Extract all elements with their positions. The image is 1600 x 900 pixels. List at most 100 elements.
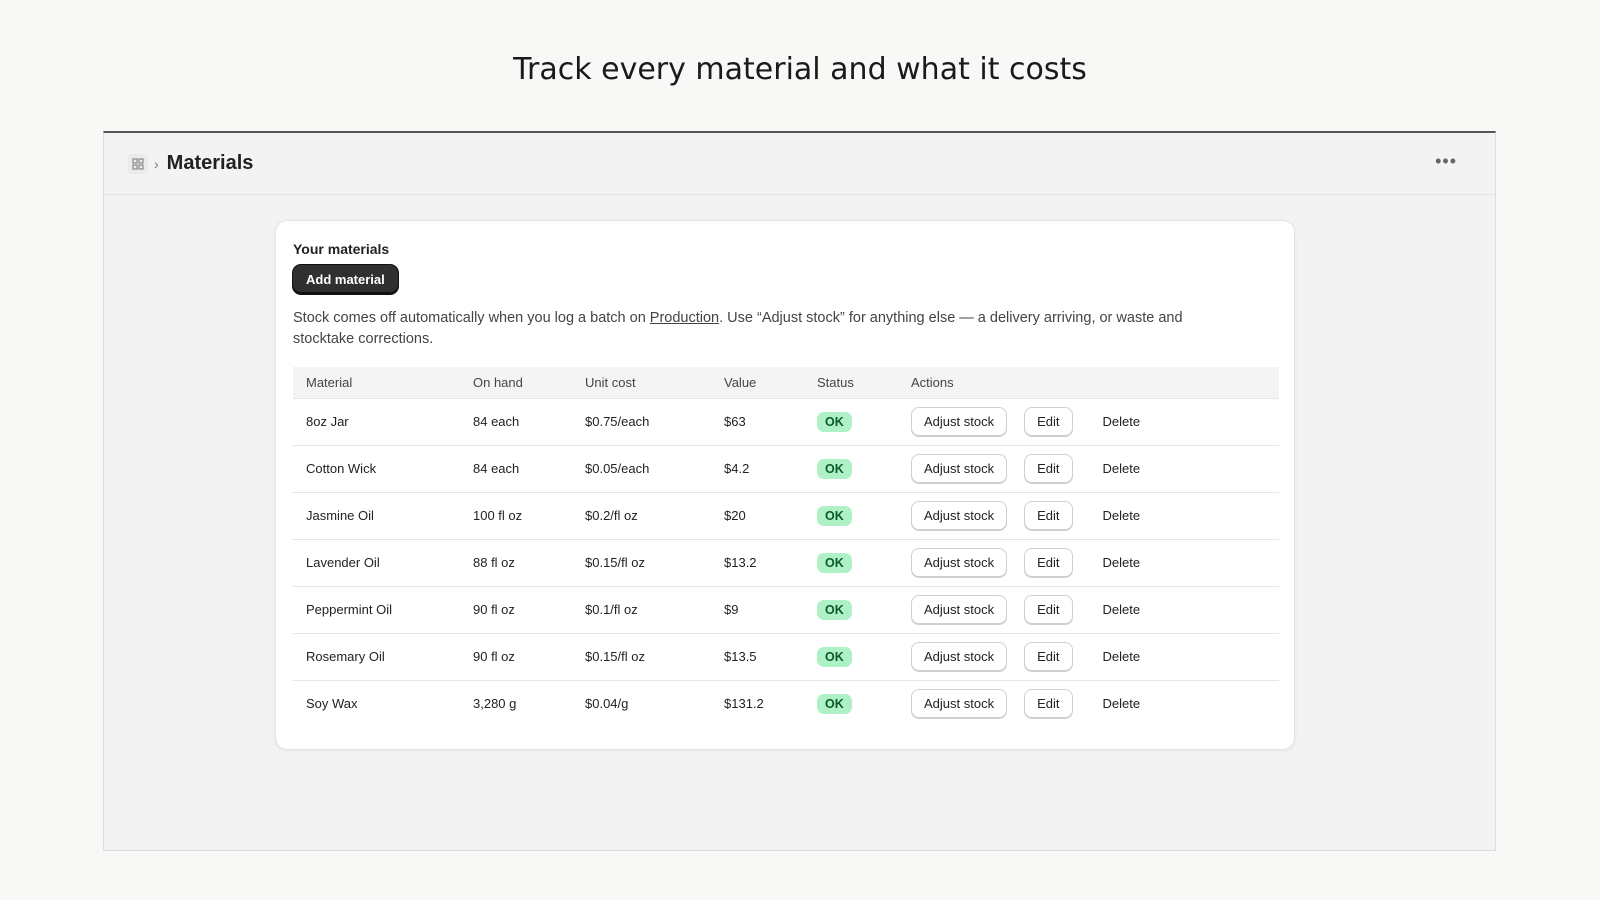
on-hand-value: 84 each: [460, 445, 572, 493]
adjust-stock-button[interactable]: Adjust stock: [911, 407, 1008, 436]
on-hand-value: 100 fl oz: [460, 492, 572, 540]
material-name: Rosemary Oil: [293, 633, 460, 681]
material-name: 8oz Jar: [293, 398, 460, 446]
stock-value: $9: [711, 586, 804, 634]
stock-value: $4.2: [711, 445, 804, 493]
grid-icon[interactable]: [128, 153, 148, 174]
ellipsis-icon[interactable]: •••: [1435, 152, 1457, 170]
status-cell: OK: [804, 539, 898, 587]
column-header-material: Material: [293, 367, 460, 399]
delete-button[interactable]: Delete: [1099, 502, 1145, 529]
column-header-status: Status: [804, 367, 898, 399]
unit-cost-value: $0.04/g: [585, 696, 629, 712]
material-name: Jasmine Oil: [293, 492, 460, 540]
status-badge: OK: [817, 505, 852, 526]
table-row: 8oz Jar 84 each $0.75/each $63 OK Adjust…: [293, 398, 1279, 446]
delete-button[interactable]: Delete: [1099, 455, 1145, 482]
adjust-stock-button[interactable]: Adjust stock: [911, 595, 1008, 624]
materials-card: Your materials Add material Stock comes …: [275, 220, 1295, 750]
column-header-value: Value: [711, 367, 804, 399]
status-badge: OK: [817, 599, 852, 620]
stock-value: $13.2: [711, 539, 804, 587]
adjust-stock-button[interactable]: Adjust stock: [911, 548, 1008, 577]
production-link[interactable]: Production: [650, 310, 719, 326]
description-part: Stock comes off automatically when you l…: [293, 310, 650, 326]
material-name: Lavender Oil: [293, 539, 460, 587]
stock-value: $63: [711, 398, 804, 446]
row-actions: Adjust stock Edit Delete: [911, 689, 1266, 719]
table-row: Jasmine Oil 100 fl oz $0.2/fl oz $20 OK …: [293, 492, 1279, 540]
delete-button[interactable]: Delete: [1099, 643, 1145, 670]
status-cell: OK: [804, 492, 898, 540]
status-cell: OK: [804, 398, 898, 446]
adjust-stock-button[interactable]: Adjust stock: [911, 454, 1008, 483]
table-row: Cotton Wick 84 each $0.05/each $4.2 OK A…: [293, 445, 1279, 493]
row-actions: Adjust stock Edit Delete: [911, 454, 1266, 483]
edit-button[interactable]: Edit: [1024, 595, 1073, 624]
delete-button[interactable]: Delete: [1099, 549, 1145, 576]
actions-cell: Adjust stock Edit Delete: [898, 586, 1279, 634]
on-hand-value: 84 each: [460, 398, 572, 446]
row-actions: Adjust stock Edit Delete: [911, 407, 1266, 436]
edit-button[interactable]: Edit: [1024, 689, 1073, 719]
unit-cost-value: $0.05/each: [572, 445, 711, 493]
unit-cost-value: $0.15/fl oz: [572, 633, 711, 681]
table-row: Soy Wax 3,280 g $0.04/g $131.2 OK Adjust…: [293, 680, 1279, 727]
row-actions: Adjust stock Edit Delete: [911, 501, 1266, 530]
table-header-row: Material On hand Unit cost Value Status …: [293, 367, 1279, 399]
edit-button[interactable]: Edit: [1024, 501, 1073, 530]
edit-button[interactable]: Edit: [1024, 407, 1073, 436]
on-hand-value: 3,280 g: [473, 696, 517, 712]
delete-button[interactable]: Delete: [1099, 596, 1145, 623]
stock-value: $20: [711, 492, 804, 540]
adjust-stock-button[interactable]: Adjust stock: [911, 642, 1008, 671]
add-material-button[interactable]: Add material: [293, 265, 398, 294]
actions-cell: Adjust stock Edit Delete: [898, 492, 1279, 540]
status-badge: OK: [817, 458, 852, 479]
actions-cell: Adjust stock Edit Delete: [898, 680, 1279, 727]
unit-cost-value: $0.15/fl oz: [572, 539, 711, 587]
table-row: Rosemary Oil 90 fl oz $0.15/fl oz $13.5 …: [293, 633, 1279, 681]
row-actions: Adjust stock Edit Delete: [911, 595, 1266, 624]
column-header-unit-cost: Unit cost: [572, 367, 711, 399]
actions-cell: Adjust stock Edit Delete: [898, 633, 1279, 681]
status-badge: OK: [817, 646, 852, 667]
status-badge: OK: [817, 552, 852, 573]
edit-button[interactable]: Edit: [1024, 642, 1073, 671]
material-name: Peppermint Oil: [293, 586, 460, 634]
adjust-stock-button[interactable]: Adjust stock: [911, 689, 1008, 719]
status-cell: OK: [804, 633, 898, 681]
unit-cost-value: $0.1/fl oz: [572, 586, 711, 634]
edit-button[interactable]: Edit: [1024, 548, 1073, 577]
card-title: Your materials: [293, 241, 390, 257]
page-title: Materials: [166, 152, 254, 174]
stock-value: $131.2: [724, 696, 764, 712]
delete-button[interactable]: Delete: [1099, 690, 1145, 717]
status-cell: OK: [804, 445, 898, 493]
status-cell: OK: [804, 586, 898, 634]
status-cell: OK: [804, 680, 898, 727]
description-text: Stock comes off automatically when you l…: [293, 308, 1233, 350]
material-name: Cotton Wick: [293, 445, 460, 493]
page-headline: Track every material and what it costs: [513, 52, 1087, 87]
row-actions: Adjust stock Edit Delete: [911, 642, 1266, 671]
column-header-actions: Actions: [898, 367, 1279, 399]
chevron-right-icon: ›: [154, 155, 159, 172]
actions-cell: Adjust stock Edit Delete: [898, 539, 1279, 587]
on-hand-value: 88 fl oz: [460, 539, 572, 587]
delete-button[interactable]: Delete: [1099, 408, 1145, 435]
table-row: Lavender Oil 88 fl oz $0.15/fl oz $13.2 …: [293, 539, 1279, 587]
actions-cell: Adjust stock Edit Delete: [898, 398, 1279, 446]
status-badge: OK: [817, 693, 852, 714]
top-bar: › Materials •••: [104, 133, 1495, 195]
on-hand-value: 90 fl oz: [460, 586, 572, 634]
column-header-on-hand: On hand: [460, 367, 572, 399]
actions-cell: Adjust stock Edit Delete: [898, 445, 1279, 493]
app-window: › Materials ••• Your materials Add mater…: [103, 131, 1496, 851]
table-row: Peppermint Oil 90 fl oz $0.1/fl oz $9 OK…: [293, 586, 1279, 634]
unit-cost-value: $0.75/each: [572, 398, 711, 446]
edit-button[interactable]: Edit: [1024, 454, 1073, 483]
status-badge: OK: [817, 411, 852, 432]
on-hand-value: 90 fl oz: [460, 633, 572, 681]
adjust-stock-button[interactable]: Adjust stock: [911, 501, 1008, 530]
